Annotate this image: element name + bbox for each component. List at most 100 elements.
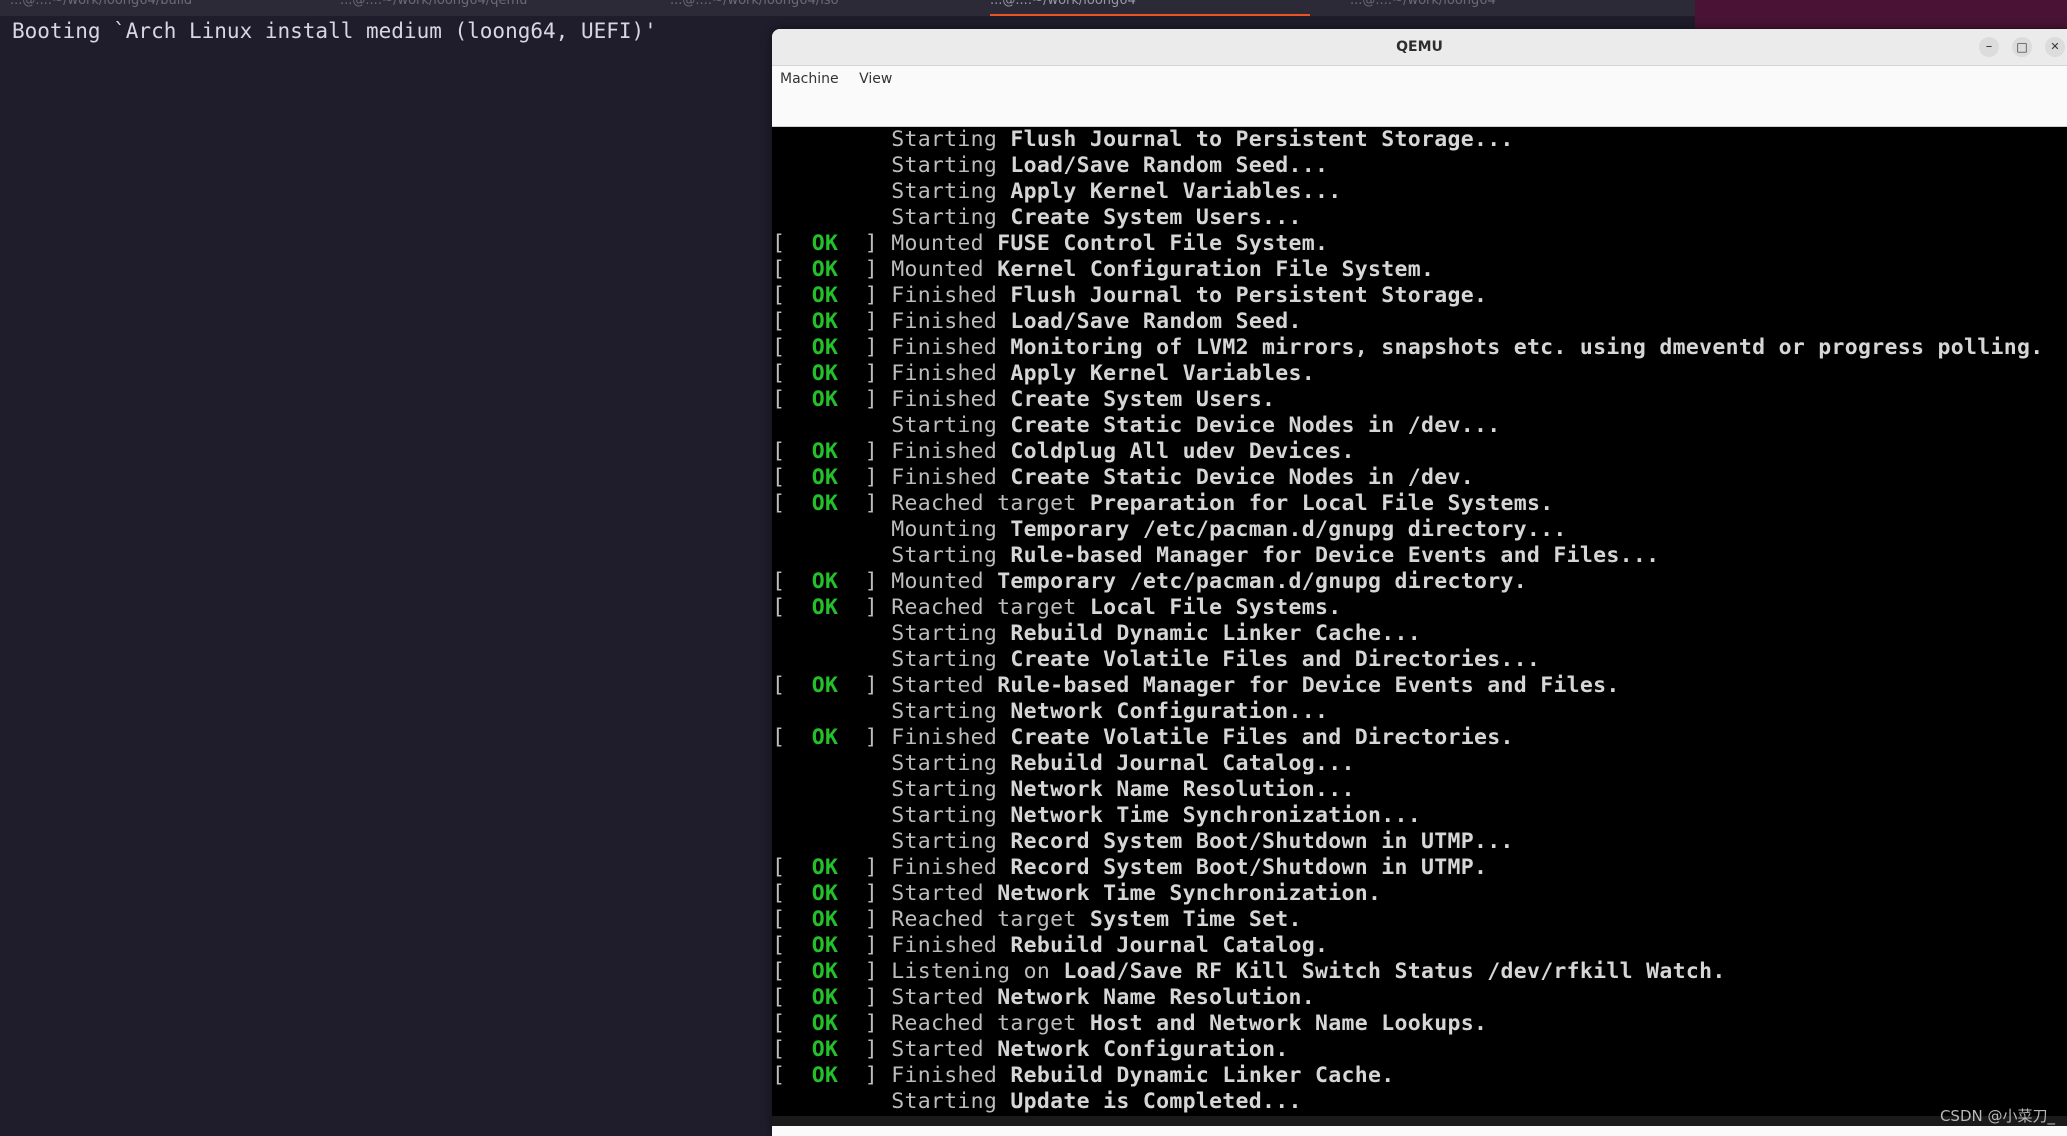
terminal-boot-message: Booting `Arch Linux install medium (loon…: [12, 16, 657, 46]
console-verb: Reached target: [891, 907, 1076, 932]
console-verb: Starting: [891, 205, 997, 230]
status-spacer: [772, 751, 891, 776]
console-verb: Finished: [891, 387, 997, 412]
console-message: Load/Save Random Seed...: [1010, 153, 1328, 178]
status-spacer: [772, 777, 891, 802]
terminal-tab[interactable]: ...@...:~/work/loong64/iso: [670, 0, 970, 14]
console-verb: Starting: [891, 153, 997, 178]
console-verb: Finished: [891, 283, 997, 308]
console-verb: Finished: [891, 465, 997, 490]
console-verb: Starting: [891, 699, 997, 724]
console-verb: Finished: [891, 725, 997, 750]
terminal-tab-bar: ...@...:~/work/loong64/build ...@...:~/w…: [0, 0, 1695, 16]
console-verb: Mounted: [891, 257, 984, 282]
status-ok-badge: [ OK ]: [772, 959, 891, 984]
console-verb: Mounted: [891, 231, 984, 256]
console-line: Starting Network Time Synchronization...: [772, 803, 2067, 829]
status-ok-badge: [ OK ]: [772, 595, 891, 620]
status-ok-badge: [ OK ]: [772, 439, 891, 464]
status-ok-badge: [ OK ]: [772, 257, 891, 282]
console-message: Apply Kernel Variables.: [1010, 361, 1315, 386]
status-spacer: [772, 413, 891, 438]
console-message: System Time Set.: [1090, 907, 1302, 932]
status-spacer: [772, 179, 891, 204]
console-line: [ OK ] Reached target System Time Set.: [772, 907, 2067, 933]
console-message: Update is Completed...: [1010, 1089, 1301, 1114]
console-message: Rebuild Journal Catalog.: [1010, 933, 1328, 958]
console-message: Create Static Device Nodes in /dev.: [1010, 465, 1474, 490]
console-line: Starting Load/Save Random Seed...: [772, 153, 2067, 179]
status-ok-badge: [ OK ]: [772, 491, 891, 516]
console-line: [ OK ] Mounted Temporary /etc/pacman.d/g…: [772, 569, 2067, 595]
status-ok-badge: [ OK ]: [772, 231, 891, 256]
terminal-tab[interactable]: ...@...:~/work/loong64: [1350, 0, 1650, 14]
console-message: Create Static Device Nodes in /dev...: [1010, 413, 1500, 438]
console-verb: Starting: [891, 621, 997, 646]
window-titlebar[interactable]: QEMU – □ ✕: [772, 29, 2067, 66]
console-line: [ OK ] Finished Record System Boot/Shutd…: [772, 855, 2067, 881]
console-message: Temporary /etc/pacman.d/gnupg directory.: [997, 569, 1527, 594]
console-message: Coldplug All udev Devices.: [1010, 439, 1354, 464]
console-verb: Starting: [891, 829, 997, 854]
status-spacer: [772, 1089, 891, 1114]
terminal-tab-active[interactable]: ...@...:~/work/loong64: [990, 0, 1310, 16]
console-verb: Reached target: [891, 1011, 1076, 1036]
console-line: [ OK ] Reached target Host and Network N…: [772, 1011, 2067, 1037]
console-line: Starting Apply Kernel Variables...: [772, 179, 2067, 205]
status-ok-badge: [ OK ]: [772, 1037, 891, 1062]
console-message: Load/Save Random Seed.: [1010, 309, 1301, 334]
terminal-tab[interactable]: ...@...:~/work/loong64/build: [10, 0, 310, 14]
console-message: Create Volatile Files and Directories...: [1010, 647, 1540, 672]
console-verb: Mounting: [891, 517, 997, 542]
console-verb: Starting: [891, 413, 997, 438]
console-line: Starting Rebuild Dynamic Linker Cache...: [772, 621, 2067, 647]
console-verb: Starting: [891, 803, 997, 828]
console-message: Flush Journal to Persistent Storage...: [1010, 127, 1513, 152]
vm-display-bottom: [772, 1116, 2067, 1126]
console-message: Network Name Resolution.: [997, 985, 1315, 1010]
terminal-tab[interactable]: ...@...:~/work/loong64/qemu: [340, 0, 640, 14]
console-message: Create Volatile Files and Directories.: [1010, 725, 1513, 750]
console-verb: Started: [891, 985, 984, 1010]
console-message: Record System Boot/Shutdown in UTMP...: [1010, 829, 1513, 854]
console-line: [ OK ] Reached target Local File Systems…: [772, 595, 2067, 621]
console-message: Create System Users.: [1010, 387, 1275, 412]
console-verb: Finished: [891, 439, 997, 464]
console-line: Starting Flush Journal to Persistent Sto…: [772, 127, 2067, 153]
status-ok-badge: [ OK ]: [772, 933, 891, 958]
console-line: Starting Rule-based Manager for Device E…: [772, 543, 2067, 569]
menu-view[interactable]: View: [851, 66, 900, 92]
status-ok-badge: [ OK ]: [772, 309, 891, 334]
console-line: [ OK ] Finished Rebuild Journal Catalog.: [772, 933, 2067, 959]
console-line: Mounting Temporary /etc/pacman.d/gnupg d…: [772, 517, 2067, 543]
console-line: [ OK ] Started Network Configuration.: [772, 1037, 2067, 1063]
console-message: Flush Journal to Persistent Storage.: [1010, 283, 1487, 308]
vm-display[interactable]: Starting Flush Journal to Persistent Sto…: [772, 92, 2067, 1126]
console-message: Host and Network Name Lookups.: [1090, 1011, 1487, 1036]
console-line: [ OK ] Started Rule-based Manager for De…: [772, 673, 2067, 699]
status-ok-badge: [ OK ]: [772, 855, 891, 880]
console-message: Kernel Configuration File System.: [997, 257, 1434, 282]
console-message: Rule-based Manager for Device Events and…: [1010, 543, 1659, 568]
qemu-window: QEMU – □ ✕ Machine View Starting Flush J…: [772, 29, 2067, 1136]
vm-display-top-margin: [772, 92, 2067, 127]
status-ok-badge: [ OK ]: [772, 1063, 891, 1088]
minimize-icon[interactable]: –: [1979, 37, 1999, 57]
console-verb: Starting: [891, 777, 997, 802]
console-message: Load/Save RF Kill Switch Status /dev/rfk…: [1063, 959, 1725, 984]
console-line: Starting Record System Boot/Shutdown in …: [772, 829, 2067, 855]
close-icon[interactable]: ✕: [2045, 37, 2065, 57]
console-line: Starting Network Configuration...: [772, 699, 2067, 725]
status-spacer: [772, 153, 891, 178]
console-message: Preparation for Local File Systems.: [1090, 491, 1554, 516]
status-ok-badge: [ OK ]: [772, 985, 891, 1010]
status-spacer: [772, 699, 891, 724]
menu-machine[interactable]: Machine: [772, 66, 847, 92]
console-line: [ OK ] Finished Create Volatile Files an…: [772, 725, 2067, 751]
status-ok-badge: [ OK ]: [772, 465, 891, 490]
console-line: [ OK ] Finished Rebuild Dynamic Linker C…: [772, 1063, 2067, 1089]
status-spacer: [772, 205, 891, 230]
maximize-icon[interactable]: □: [2012, 37, 2032, 57]
console-message: Network Configuration...: [1010, 699, 1328, 724]
console-line: Starting Create System Users...: [772, 205, 2067, 231]
